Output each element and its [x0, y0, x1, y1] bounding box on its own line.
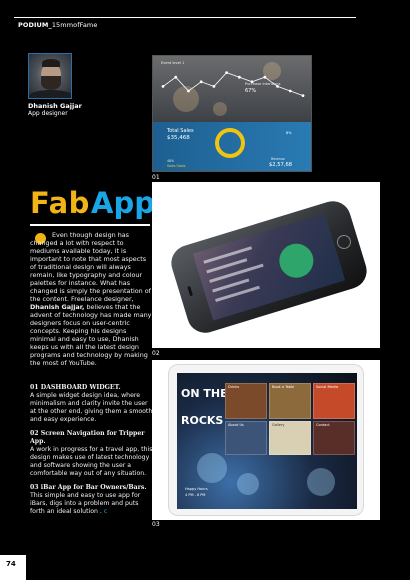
ipad-device: ON THE ROCKS Drinks Book a Table Social … — [168, 364, 364, 516]
phone-speaker — [187, 285, 194, 297]
project-desc: A simple widget design idea, where minim… — [30, 392, 153, 423]
page-number: 74 — [6, 560, 16, 568]
designer-name: Dhanish Gajjar, — [30, 303, 85, 311]
header-rule — [14, 17, 356, 18]
title-app: App — [91, 186, 155, 220]
project-title: 02 Screen Navigation for Tripper App. — [30, 430, 145, 445]
menu-tile-label: Contact — [316, 423, 330, 427]
menu-tile-label: About Us — [228, 423, 244, 427]
menu-tile: About Us — [225, 421, 267, 455]
project-item: 02 Screen Navigation for Tripper App. A … — [30, 430, 154, 478]
menu-tile: Social Media — [313, 383, 355, 419]
intro-paragraph: Even though design has changed a lot wit… — [30, 231, 154, 367]
right-percent: 8% — [286, 131, 292, 135]
chart-point — [301, 94, 305, 97]
iphone-device — [166, 196, 372, 338]
section-tag: PODIUM_15mmofFame — [18, 21, 97, 29]
section-tag-bold: PODIUM_ — [18, 21, 52, 29]
menu-tile-label: Drinks — [228, 385, 240, 389]
app-logo-line1: ON THE — [181, 387, 228, 400]
revenue-amount: $2,57,68 — [269, 162, 293, 168]
happy-hours-label: Happy Hours — [185, 487, 208, 491]
author-hair — [42, 59, 60, 67]
ipad-screen: ON THE ROCKS Drinks Book a Table Social … — [177, 373, 357, 509]
author-name: Dhanish Gajjar — [28, 102, 82, 110]
project-title: 01 DASHBOARD WIDGET. — [30, 384, 121, 391]
menu-tile: Drinks — [225, 383, 267, 419]
sales-sub-label: Sales Goals — [167, 164, 186, 168]
figure-ipad-ibar: ON THE ROCKS Drinks Book a Table Social … — [152, 360, 380, 520]
project-list: 01 DASHBOARD WIDGET. A simple widget des… — [30, 384, 154, 522]
menu-tile: Gallery — [269, 421, 311, 455]
chart-point — [225, 71, 229, 74]
chart-point — [250, 80, 254, 84]
nav-circle — [275, 239, 318, 282]
intro-lead-text: Even though design has changed a lot wit… — [30, 231, 151, 303]
chart-point — [212, 85, 216, 88]
title-fab: Fab — [30, 186, 90, 220]
project-title: 03 iBar App for Bar Owners/Bars. — [30, 484, 147, 491]
bokeh-light — [237, 473, 259, 495]
chart-point — [276, 85, 279, 88]
menu-tile-label: Social Media — [316, 385, 339, 389]
author-role: App designer — [28, 110, 68, 117]
chart-point — [199, 80, 203, 84]
figure-iphone-navigation — [152, 182, 380, 348]
menu-tile: Book a Table — [269, 383, 311, 419]
project-item: 03 iBar App for Bar Owners/Bars. This si… — [30, 484, 154, 516]
chart-line — [162, 72, 304, 96]
chart-point — [187, 89, 190, 93]
total-sales-amount: $35,468 — [167, 135, 190, 141]
end-mark: c — [103, 508, 108, 515]
author-photo — [28, 53, 72, 99]
menu-tile: Contact — [313, 421, 355, 455]
menu-tile-label: Gallery — [272, 423, 285, 427]
figure-caption-02: 02 — [152, 350, 160, 357]
project-desc: A work in progress for a travel app, thi… — [30, 446, 153, 477]
progress-ring — [215, 128, 245, 158]
chart-point — [174, 75, 178, 79]
project-desc-text: This simple and easy to use app for iBar… — [30, 492, 141, 515]
chart-point — [237, 75, 241, 79]
home-button — [335, 233, 353, 251]
total-sales-title: Total Sales — [167, 128, 194, 134]
bokeh-light — [197, 453, 227, 483]
title-rule — [30, 224, 150, 226]
dashboard-line-chart — [161, 71, 305, 97]
project-desc: This simple and easy to use app for iBar… — [30, 492, 154, 516]
section-tag-rest: 15mmofFame — [51, 21, 98, 29]
phone-screen — [192, 213, 346, 321]
author-beard — [41, 76, 61, 90]
chart-point — [263, 75, 267, 79]
figure-caption-03: 03 — [152, 521, 160, 528]
figure-caption-01: 01 — [152, 174, 160, 181]
project-item: 01 DASHBOARD WIDGET. A simple widget des… — [30, 384, 154, 424]
chart-point — [288, 89, 292, 93]
menu-tile-label: Book a Table — [272, 385, 295, 389]
author-shoulders — [29, 90, 71, 98]
happy-hours-time: 4 PM - 8 PM — [185, 493, 206, 497]
intro-tail: believes that the advent of technology h… — [30, 303, 152, 367]
intro-lead: Even though design has changed a lot wit… — [30, 231, 154, 367]
sales-sub-percent: 48% — [167, 159, 175, 163]
app-logo-line2: ROCKS — [181, 414, 224, 427]
revenue-label: Revenue — [271, 157, 285, 161]
chart-point — [161, 85, 165, 88]
bokeh-light — [307, 468, 335, 496]
total-sales-panel: Total Sales $35,468 48% Sales Goals 8% R… — [153, 122, 311, 171]
figure-dashboard-widget: Event level 1 Purchase Intentions 67% To… — [152, 55, 312, 172]
